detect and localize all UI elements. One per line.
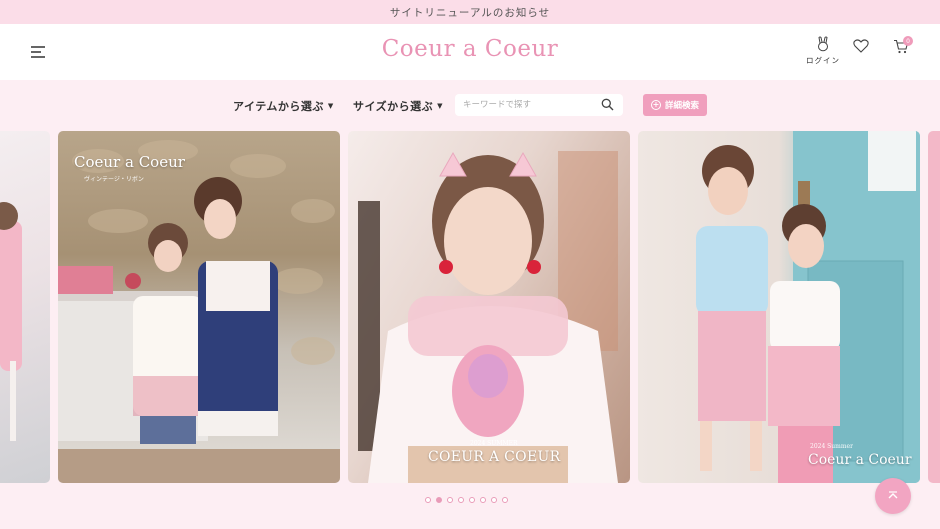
nav-item-label: アイテムから選ぶ [233, 100, 324, 113]
carousel-pagination [425, 497, 508, 503]
chevron-up-icon [888, 491, 898, 499]
carousel-dot[interactable] [502, 497, 508, 503]
slide-subcaption: 2024 SUMMER [470, 440, 518, 447]
carousel-dot-active[interactable] [436, 497, 442, 503]
nav-item-by-size[interactable]: サイズから選ぶ ▼ [353, 98, 443, 114]
carousel-dot[interactable] [491, 497, 497, 503]
carousel-dot[interactable] [480, 497, 486, 503]
product-nav: アイテムから選ぶ▼ サイズから選ぶ▼ + 詳細検索 [0, 80, 940, 130]
nav-item-label: サイズから選ぶ [353, 100, 434, 113]
carousel-dot[interactable] [447, 497, 453, 503]
slide-caption: COEUR A COEUR [428, 449, 561, 465]
slide-subcaption: ヴィンテージ・リボン [84, 176, 144, 183]
back-to-top-button[interactable] [875, 478, 911, 514]
carousel-dot[interactable] [425, 497, 431, 503]
slide-subcaption: 2024 Summer [810, 443, 853, 450]
chevron-down-icon: ▼ [437, 102, 444, 110]
advanced-search-button[interactable]: + 詳細検索 [643, 94, 707, 116]
carousel-slide-next[interactable] [928, 131, 940, 483]
carousel-slide[interactable]: Coeur a Coeur ヴィンテージ・リボン [58, 131, 340, 483]
cart-count-badge: 0 [903, 36, 913, 46]
keyword-search [455, 94, 623, 116]
nav-item-by-item[interactable]: アイテムから選ぶ ▼ [233, 98, 334, 114]
slide-photo [358, 151, 618, 483]
site-header: Coeur a Coeur ログイン 0 [0, 24, 940, 80]
slide-photo [0, 202, 22, 441]
carousel-slide[interactable]: 2024 SUMMER COEUR A COEUR [348, 131, 630, 483]
rabbit-icon [818, 36, 828, 52]
slide-caption: Coeur a Coeur [74, 153, 185, 171]
carousel-dot[interactable] [458, 497, 464, 503]
carousel-slide-previous[interactable] [0, 131, 50, 483]
announcement-text[interactable]: サイトリニューアルのお知らせ [390, 5, 550, 20]
site-logo[interactable]: Coeur a Coeur [0, 36, 940, 62]
advanced-search-label: 詳細検索 [664, 101, 699, 111]
slide-photo [696, 131, 920, 483]
carousel-dot[interactable] [469, 497, 475, 503]
plus-circle-icon: + [650, 100, 661, 110]
carousel-slide[interactable]: 2024 Summer Coeur a Coeur [638, 131, 920, 483]
search-input[interactable] [463, 97, 593, 113]
login-button[interactable]: ログイン [803, 36, 843, 66]
search-icon[interactable] [601, 98, 614, 111]
slide-caption: Coeur a Coeur [808, 452, 912, 468]
announcement-bar[interactable]: サイトリニューアルのお知らせ [0, 0, 940, 24]
heart-icon[interactable] [853, 39, 869, 53]
login-label: ログイン [806, 56, 840, 65]
chevron-down-icon: ▼ [327, 102, 334, 110]
slide-photo [58, 140, 340, 483]
